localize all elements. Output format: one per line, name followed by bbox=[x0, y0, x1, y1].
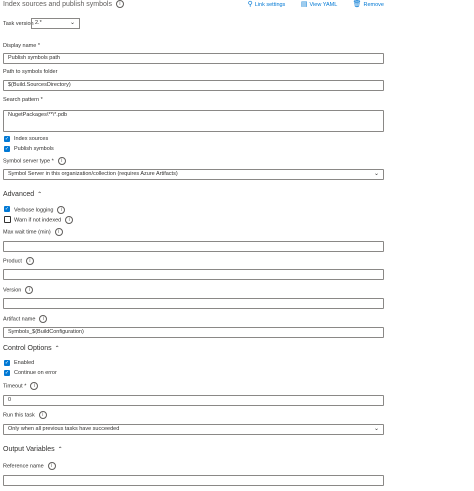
clipboard-icon: ▤ bbox=[300, 1, 308, 8]
trash-icon: 🗑 bbox=[352, 1, 362, 8]
chevron-up-icon: ⌃ bbox=[57, 447, 63, 453]
run-this-task-label: Run this task i bbox=[3, 411, 47, 419]
output-variables-section-toggle[interactable]: Output Variables ⌃ bbox=[3, 446, 63, 453]
run-this-task-label-text: Run this task bbox=[3, 412, 35, 419]
verbose-logging-label: Verbose logging i bbox=[14, 206, 66, 214]
timeout-label-text: Timeout * bbox=[3, 383, 27, 390]
info-icon[interactable]: i bbox=[38, 411, 47, 419]
display-name-label: Display name * bbox=[3, 43, 40, 49]
info-icon[interactable]: i bbox=[25, 257, 34, 265]
reference-name-label-text: Reference name bbox=[3, 463, 44, 470]
verbose-logging-checkbox[interactable]: ✓ bbox=[4, 206, 10, 212]
advanced-section-title: Advanced bbox=[3, 191, 35, 198]
task-version-select[interactable]: 2.* ⌄ bbox=[31, 18, 80, 29]
task-title-text: Index sources and publish symbols bbox=[3, 0, 112, 8]
artifact-name-input[interactable]: Symbols_$(BuildConfiguration) bbox=[3, 327, 384, 338]
info-icon[interactable]: i bbox=[39, 315, 48, 323]
max-wait-label-text: Max wait time (min) bbox=[3, 229, 51, 236]
version-label-text: Version bbox=[3, 287, 22, 294]
info-icon[interactable]: i bbox=[115, 0, 124, 8]
info-icon[interactable]: i bbox=[54, 228, 63, 236]
view-yaml-label: View YAML bbox=[309, 2, 338, 8]
output-variables-section-title: Output Variables bbox=[3, 446, 55, 453]
product-label: Product i bbox=[3, 257, 34, 265]
warn-not-indexed-checkbox[interactable] bbox=[4, 216, 11, 223]
control-options-section-title: Control Options bbox=[3, 345, 52, 352]
index-sources-label: Index sources bbox=[14, 136, 49, 142]
display-name-input[interactable]: Publish symbols path bbox=[3, 53, 384, 64]
info-icon[interactable]: i bbox=[57, 206, 66, 214]
warn-not-indexed-label-text: Warn if not indexed bbox=[14, 217, 62, 224]
chevron-up-icon: ⌃ bbox=[54, 346, 60, 352]
info-icon[interactable]: i bbox=[65, 216, 74, 224]
advanced-section-toggle[interactable]: Advanced ⌃ bbox=[3, 191, 42, 198]
task-version-label: Task version bbox=[3, 21, 34, 27]
link-icon: ⚲ bbox=[247, 1, 253, 8]
artifact-name-label-text: Artifact name bbox=[3, 316, 36, 323]
info-icon[interactable]: i bbox=[30, 382, 39, 390]
chevron-down-icon: ⌄ bbox=[373, 426, 379, 432]
search-pattern-label: Search pattern * bbox=[3, 97, 43, 103]
header-actions: ⚲ Link settings ▤ View YAML 🗑 Remove bbox=[234, 0, 384, 8]
chevron-down-icon: ⌄ bbox=[373, 171, 379, 177]
publish-symbols-label: Publish symbols bbox=[14, 146, 54, 152]
index-sources-checkbox[interactable]: ✓ bbox=[4, 136, 10, 142]
link-settings-label: Link settings bbox=[254, 2, 286, 8]
symbol-server-type-value: Symbol Server in this organization/colle… bbox=[8, 171, 178, 177]
reference-name-label: Reference name i bbox=[3, 462, 56, 470]
version-label: Version i bbox=[3, 286, 34, 294]
link-settings-button[interactable]: ⚲ Link settings bbox=[247, 1, 286, 8]
symbol-server-type-label-text: Symbol server type * bbox=[3, 158, 54, 165]
task-title: Index sources and publish symbols i bbox=[3, 0, 124, 8]
continue-on-error-label: Continue on error bbox=[14, 370, 57, 376]
max-wait-input[interactable] bbox=[3, 241, 384, 252]
run-this-task-select[interactable]: Only when all previous tasks have succee… bbox=[3, 424, 384, 435]
publish-symbols-checkbox[interactable]: ✓ bbox=[4, 146, 10, 152]
symbol-server-type-select[interactable]: Symbol Server in this organization/colle… bbox=[3, 169, 384, 180]
info-icon[interactable]: i bbox=[25, 286, 34, 294]
symbols-folder-input[interactable]: $(Build.SourcesDirectory) bbox=[3, 80, 384, 91]
info-icon[interactable]: i bbox=[57, 157, 66, 165]
chevron-down-icon: ⌄ bbox=[69, 20, 75, 26]
enabled-label: Enabled bbox=[14, 360, 35, 366]
symbols-folder-label: Path to symbols folder bbox=[3, 69, 58, 75]
remove-button[interactable]: 🗑 Remove bbox=[352, 1, 384, 8]
artifact-name-label: Artifact name i bbox=[3, 315, 48, 323]
task-version-value: 2.* bbox=[35, 20, 42, 26]
info-icon[interactable]: i bbox=[47, 462, 56, 470]
view-yaml-button[interactable]: ▤ View YAML bbox=[300, 1, 338, 8]
symbol-server-type-label: Symbol server type * i bbox=[3, 157, 66, 165]
verbose-logging-label-text: Verbose logging bbox=[14, 207, 54, 214]
timeout-input[interactable]: 0 bbox=[3, 395, 384, 406]
search-pattern-textarea[interactable]: NugetPackages\**\*.pdb bbox=[3, 110, 384, 132]
product-input[interactable] bbox=[3, 269, 384, 280]
continue-on-error-checkbox[interactable]: ✓ bbox=[4, 370, 10, 376]
remove-label: Remove bbox=[363, 2, 384, 8]
version-input[interactable] bbox=[3, 298, 384, 309]
enabled-checkbox[interactable]: ✓ bbox=[4, 360, 10, 366]
product-label-text: Product bbox=[3, 258, 22, 265]
chevron-up-icon: ⌃ bbox=[37, 192, 43, 198]
run-this-task-value: Only when all previous tasks have succee… bbox=[8, 426, 120, 432]
max-wait-label: Max wait time (min) i bbox=[3, 228, 63, 236]
warn-not-indexed-label: Warn if not indexed i bbox=[14, 216, 74, 224]
reference-name-input[interactable] bbox=[3, 475, 384, 486]
control-options-section-toggle[interactable]: Control Options ⌃ bbox=[3, 345, 60, 352]
timeout-label: Timeout * i bbox=[3, 382, 39, 390]
